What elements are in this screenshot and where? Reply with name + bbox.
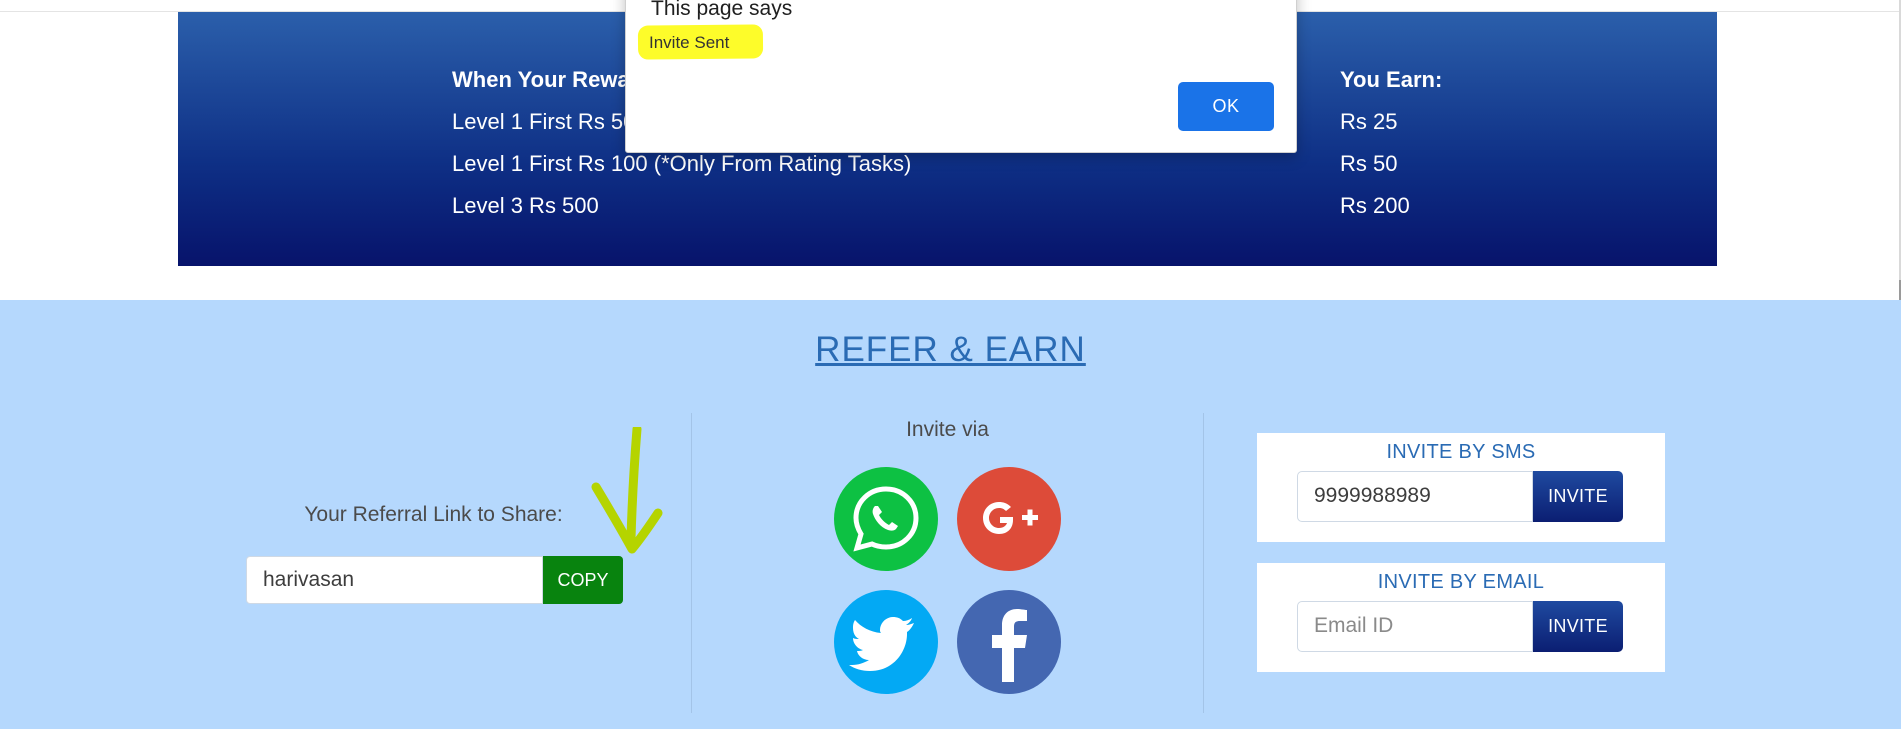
invite-sms-title: INVITE BY SMS — [1386, 441, 1536, 463]
rewards-condition-header: When Your Rewa — [452, 67, 630, 92]
dialog-message: Invite Sent — [649, 33, 730, 52]
facebook-icon[interactable] — [957, 590, 1061, 694]
rewards-row-earn: Rs 200 — [1340, 193, 1410, 218]
rewards-row-condition: Level 1 First Rs 50 — [452, 109, 636, 134]
refer-earn-section: REFER & EARN Your Referral Link to Share… — [0, 300, 1901, 729]
page: When Your Rewa You Earn: Level 1 First R… — [0, 0, 1901, 729]
twitter-icon[interactable] — [834, 590, 938, 694]
invite-email-title: INVITE BY EMAIL — [1377, 571, 1545, 593]
rewards-row-condition: Level 1 First Rs 100 (*Only From Rating … — [452, 151, 912, 176]
dialog-heading: This page says — [651, 0, 793, 20]
invite-email-card: INVITE BY EMAIL Email ID INVITE — [1257, 563, 1665, 672]
referral-link-label: Your Referral Link to Share: — [304, 503, 563, 526]
whatsapp-icon[interactable] — [834, 467, 938, 571]
invite-sms-card: INVITE BY SMS 9999988989 INVITE — [1257, 433, 1665, 542]
ok-button[interactable]: OK — [1178, 82, 1274, 131]
referral-link-input[interactable]: harivasan — [246, 556, 543, 604]
email-input[interactable]: Email ID — [1297, 601, 1533, 652]
annotation-arrow-icon — [591, 427, 663, 554]
invite-email-button[interactable]: INVITE — [1533, 601, 1623, 652]
google-plus-icon[interactable] — [957, 467, 1061, 571]
rewards-row-condition: Level 3 Rs 500 — [452, 193, 599, 218]
phone-number-input[interactable]: 9999988989 — [1297, 471, 1533, 522]
alert-dialog: This page says Invite Sent OK — [625, 0, 1297, 153]
invite-sms-button[interactable]: INVITE — [1533, 471, 1623, 522]
rewards-earn-header: You Earn: — [1340, 67, 1443, 92]
rewards-row-earn: Rs 50 — [1340, 151, 1398, 176]
refer-earn-title[interactable]: REFER & EARN — [0, 330, 1901, 370]
rewards-row-earn: Rs 25 — [1340, 109, 1398, 134]
column-divider — [1203, 413, 1204, 713]
column-divider — [691, 413, 692, 713]
